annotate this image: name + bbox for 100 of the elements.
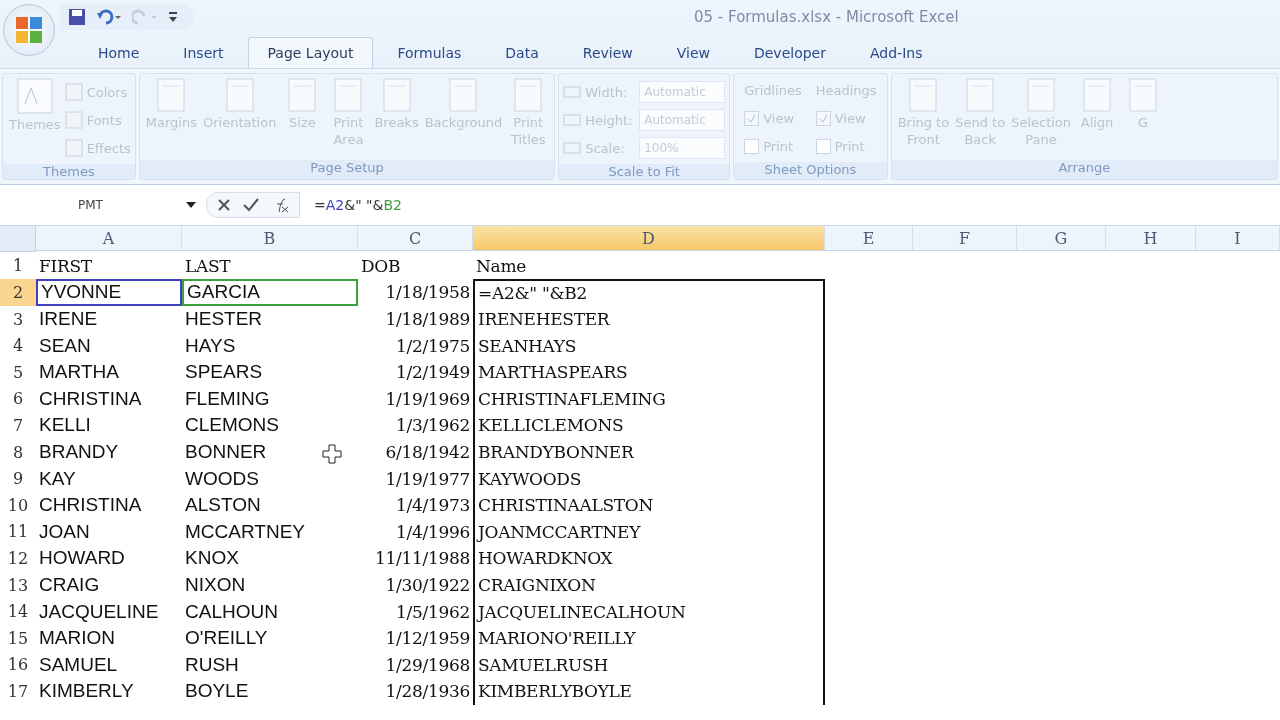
customize-icon[interactable] bbox=[168, 10, 178, 24]
table-cell-text: 1/12/1959 bbox=[384, 627, 471, 651]
ribbon-tab[interactable]: Insert bbox=[163, 37, 244, 68]
table-cell: =A2&" "&B2 bbox=[473, 279, 825, 306]
caret-icon bbox=[186, 202, 196, 208]
check-icon bbox=[747, 113, 757, 123]
ribbon-tab[interactable]: Review bbox=[562, 37, 653, 68]
table-cell-text: 1/4/1973 bbox=[395, 494, 471, 518]
table-cell-text: IRENE bbox=[38, 307, 99, 332]
table-cell-text: BOYLE bbox=[184, 679, 250, 704]
table-cell-text: FLEMING bbox=[184, 386, 271, 411]
group-title: Sheet Options bbox=[734, 162, 887, 179]
check-icon[interactable] bbox=[243, 198, 259, 212]
table-cell: KAYWOODS bbox=[473, 465, 825, 492]
themes-icon bbox=[14, 76, 55, 116]
column-header[interactable]: D bbox=[473, 226, 825, 251]
table-cell: YVONNE bbox=[36, 279, 182, 306]
ribbon-tab[interactable]: Home bbox=[78, 37, 160, 68]
ribbon-tab[interactable]: Data bbox=[485, 37, 559, 68]
table-cell-text: 1/19/1977 bbox=[384, 467, 471, 491]
table-cell: MARTHASPEARS bbox=[473, 358, 825, 386]
table-cell: HOWARDKNOX bbox=[473, 545, 825, 572]
table-cell-text: MARTHA bbox=[38, 360, 120, 385]
table-cell-text: 1/30/1922 bbox=[384, 574, 471, 597]
table-cell-text: KAY bbox=[38, 466, 77, 491]
table-cell-text: 1/18/1958 bbox=[384, 281, 471, 305]
table-cell-text: 1/19/1969 bbox=[384, 387, 471, 411]
column-header[interactable]: B bbox=[182, 226, 358, 251]
table-cell-text: BONNER bbox=[184, 440, 268, 465]
row-header[interactable]: 2 bbox=[0, 279, 36, 306]
table-cell-text: RUSH bbox=[184, 652, 240, 677]
table-cell-text: HESTER bbox=[184, 307, 264, 332]
table-cell-text: 11/11/1988 bbox=[374, 547, 471, 571]
ribbon-tab[interactable]: Add-Ins bbox=[850, 37, 943, 68]
table-cell-text: JACQUELINE bbox=[38, 599, 160, 624]
column-header[interactable]: A bbox=[36, 226, 182, 251]
table-cell-text: 6/18/1942 bbox=[384, 441, 471, 465]
column-header[interactable]: E bbox=[825, 226, 913, 251]
table-cell-text: O'REILLY bbox=[184, 626, 269, 651]
table-cell: IRENEHESTER bbox=[473, 305, 825, 333]
ribbon-tab[interactable]: Developer bbox=[733, 37, 846, 68]
swatch-icon bbox=[64, 111, 83, 129]
table-cell-text: KELLI bbox=[38, 413, 92, 438]
column-header[interactable]: C bbox=[358, 226, 473, 251]
table-cell-text: KNOX bbox=[184, 546, 240, 571]
table-cell-text: SPEARS bbox=[184, 360, 264, 385]
table-cell-text: LAST bbox=[184, 254, 232, 278]
swatch-icon bbox=[64, 139, 83, 157]
check-icon bbox=[818, 113, 828, 123]
column-header[interactable]: H bbox=[1106, 226, 1196, 251]
table-cell-text: 1/4/1996 bbox=[395, 520, 471, 544]
table-cell: MARIONO'REILLY bbox=[473, 624, 825, 652]
group-title: Page Setup bbox=[139, 160, 555, 179]
column-header[interactable]: F bbox=[913, 226, 1017, 251]
table-cell: SEANHAYS bbox=[473, 332, 825, 359]
table-cell-text: HAYS bbox=[184, 333, 237, 358]
column-header[interactable]: I bbox=[1196, 226, 1280, 251]
ribbon-tab[interactable]: View bbox=[656, 37, 730, 68]
table-cell-text: ALSTON bbox=[184, 493, 262, 518]
resize-icon bbox=[563, 84, 582, 100]
move-cursor-icon bbox=[322, 444, 342, 464]
table-cell-text: CLEMONS bbox=[184, 413, 280, 438]
save-icon[interactable] bbox=[68, 8, 86, 26]
table-cell: CHRISTINAFLEMING bbox=[473, 385, 825, 413]
table-cell-text: HOWARD bbox=[38, 546, 126, 571]
table-cell: CHRISTINAALSTON bbox=[473, 491, 825, 519]
table-cell: SAMUELRUSH bbox=[473, 651, 825, 679]
table-cell-text: 1/28/1936 bbox=[384, 680, 471, 704]
table-cell: KIMBERLYBOYLE bbox=[473, 678, 825, 705]
table-cell-text: 1/2/1949 bbox=[395, 361, 471, 385]
table-cell: JOANMCCARTNEY bbox=[473, 518, 825, 546]
table-cell-text: CRAIG bbox=[38, 573, 101, 597]
table-cell-text: 1/5/1962 bbox=[395, 600, 471, 624]
window-title: 05 - Formulas.xlsx - Microsoft Excel bbox=[694, 8, 959, 26]
logo-icon bbox=[14, 15, 44, 45]
resize-icon bbox=[563, 140, 582, 156]
table-cell-text: SAMUEL bbox=[38, 652, 119, 677]
table-cell: CRAIGNIXON bbox=[473, 571, 825, 599]
table-cell-text: KIMBERLY bbox=[38, 679, 135, 704]
table-cell: BRANDYBONNER bbox=[473, 438, 825, 466]
table-cell-text: MCCARTNEY bbox=[184, 519, 306, 544]
ribbon-tab[interactable]: Formulas bbox=[377, 37, 482, 68]
group-title: Arrange bbox=[891, 160, 1277, 179]
table-cell-text: CALHOUN bbox=[184, 599, 279, 624]
table-cell-text: FIRST bbox=[38, 254, 93, 278]
swatch-icon bbox=[64, 83, 83, 101]
undo-icon[interactable] bbox=[96, 8, 122, 26]
name-box[interactable]: PMT bbox=[0, 193, 200, 217]
table-cell-text: DOB bbox=[360, 254, 402, 278]
table-cell: KELLICLEMONS bbox=[473, 412, 825, 439]
table-cell-text: JOAN bbox=[38, 519, 91, 544]
office-button[interactable] bbox=[3, 4, 55, 56]
group-title: Themes bbox=[3, 164, 135, 179]
group-title: Scale to Fit bbox=[559, 164, 730, 179]
cancel-icon[interactable] bbox=[217, 198, 231, 212]
formula-field[interactable]: =A2&" "&B2 bbox=[306, 197, 402, 213]
column-header[interactable]: G bbox=[1017, 226, 1106, 251]
ribbon-tab[interactable]: Page Layout bbox=[247, 37, 374, 68]
table-cell-text: 1/29/1968 bbox=[384, 653, 471, 677]
table-cell-text: 1/2/1975 bbox=[395, 334, 471, 358]
